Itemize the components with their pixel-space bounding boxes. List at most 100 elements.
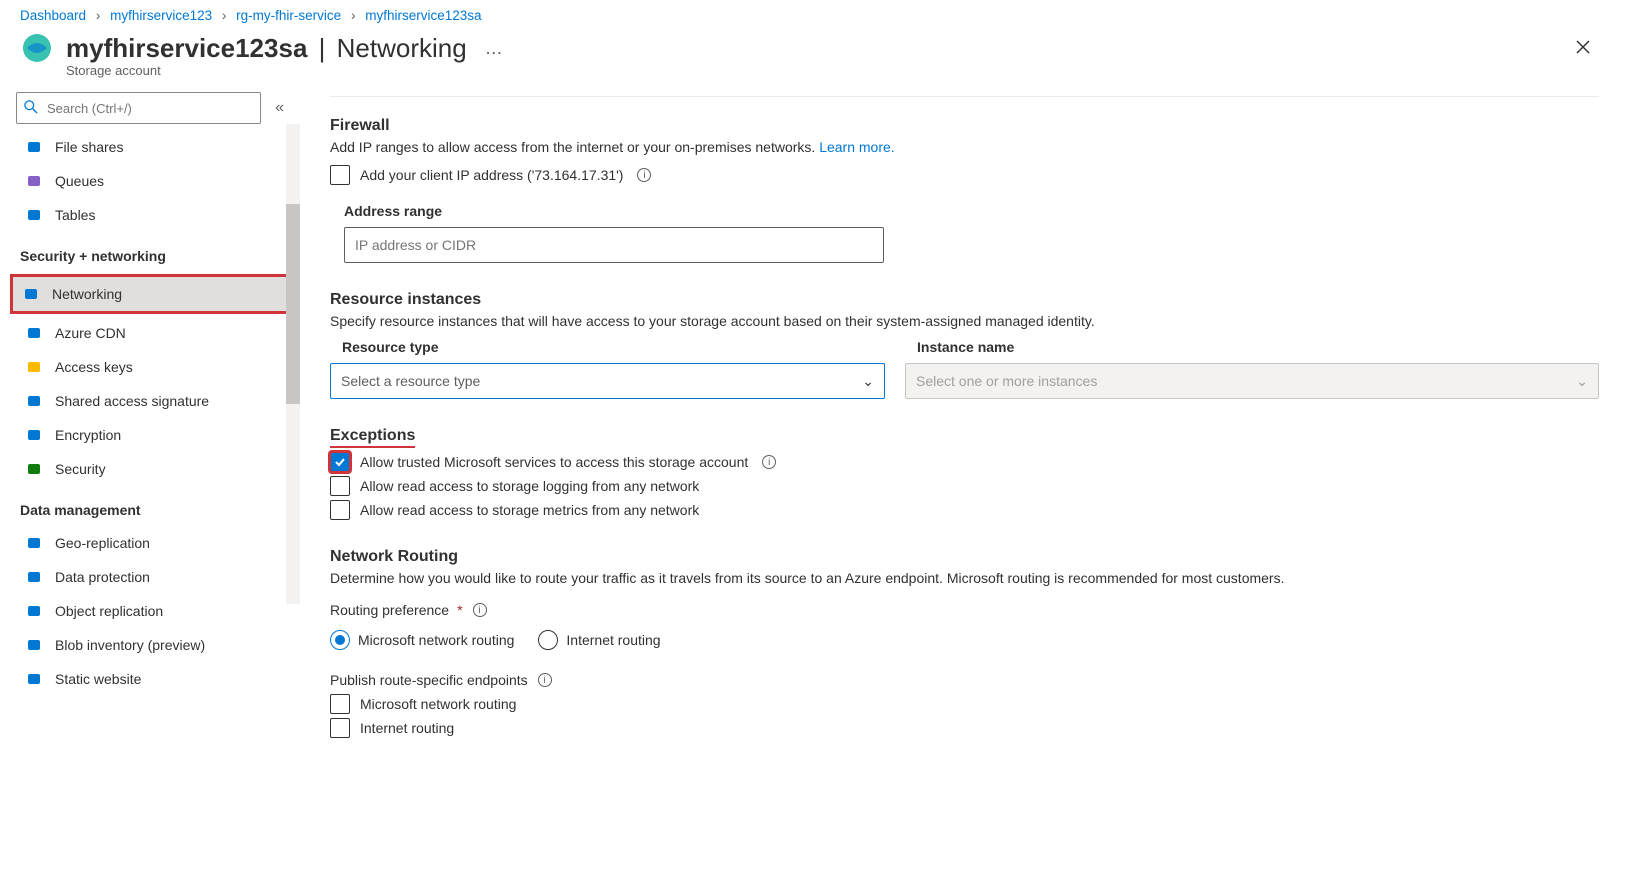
publish-endpoint-label: Microsoft network routing <box>360 696 516 712</box>
sas-icon <box>25 392 43 410</box>
routing-radio[interactable] <box>538 630 558 650</box>
chevron-down-icon: ⌄ <box>1576 373 1588 390</box>
routing-option-label: Microsoft network routing <box>358 632 514 648</box>
breadcrumb: Dashboard › myfhirservice123 › rg-my-fhi… <box>0 0 1629 27</box>
sidebar-item-geo-replication[interactable]: Geo-replication <box>16 526 284 560</box>
resource-type-column-header: Resource type <box>330 339 885 363</box>
collapse-sidebar-button[interactable]: « <box>275 99 284 117</box>
object-repl-icon <box>25 602 43 620</box>
sidebar: « File shares Queues Tables Security + net… <box>0 84 300 874</box>
sidebar-item-label: Data protection <box>55 569 150 585</box>
sidebar-item-file-shares[interactable]: File shares <box>16 130 284 164</box>
sidebar-item-label: Queues <box>55 173 104 189</box>
sidebar-item-label: Encryption <box>55 427 121 443</box>
inventory-icon <box>25 636 43 654</box>
exceptions-heading: Exceptions <box>330 427 1599 448</box>
storage-account-icon <box>20 31 54 65</box>
sidebar-item-label: Security <box>55 461 106 477</box>
resource-instances-description: Specify resource instances that will hav… <box>330 313 1599 329</box>
chevron-right-icon: › <box>96 8 101 23</box>
sidebar-item-queues[interactable]: Queues <box>16 164 284 198</box>
exception-label: Allow trusted Microsoft services to acce… <box>360 454 748 470</box>
breadcrumb-item[interactable]: myfhirservice123 <box>110 8 212 23</box>
instance-name-column-header: Instance name <box>905 339 1599 363</box>
sidebar-item-label: Networking <box>52 286 122 302</box>
info-icon[interactable]: i <box>473 603 487 617</box>
sidebar-item-label: File shares <box>55 139 123 155</box>
exception-checkbox[interactable] <box>330 500 350 520</box>
sidebar-item-label: Object replication <box>55 603 163 619</box>
network-routing-heading: Network Routing <box>330 548 1599 566</box>
breadcrumb-item[interactable]: rg-my-fhir-service <box>236 8 341 23</box>
sidebar-group-heading: Security + networking <box>16 232 284 272</box>
blade-title: Networking <box>337 33 467 63</box>
main-content: Firewall Add IP ranges to allow access f… <box>300 84 1629 874</box>
resource-type-dropdown[interactable]: Select a resource type ⌄ <box>330 363 885 399</box>
exception-checkbox[interactable] <box>330 476 350 496</box>
firewall-description: Add IP ranges to allow access from the i… <box>330 139 1599 155</box>
tables-icon <box>25 206 43 224</box>
publish-endpoint-label: Internet routing <box>360 720 454 736</box>
sidebar-item-tables[interactable]: Tables <box>16 198 284 232</box>
info-icon[interactable]: i <box>762 455 776 469</box>
search-icon <box>24 100 38 117</box>
sidebar-item-shared-access-signature[interactable]: Shared access signature <box>16 384 284 418</box>
breadcrumb-item[interactable]: Dashboard <box>20 8 86 23</box>
networking-icon <box>22 285 40 303</box>
sidebar-item-blob-inventory-preview-[interactable]: Blob inventory (preview) <box>16 628 284 662</box>
resource-instances-heading: Resource instances <box>330 291 1599 309</box>
add-client-ip-checkbox[interactable] <box>330 165 350 185</box>
protection-icon <box>25 568 43 586</box>
sidebar-item-label: Azure CDN <box>55 325 126 341</box>
exception-checkbox[interactable] <box>330 452 350 472</box>
exception-label: Allow read access to storage metrics fro… <box>360 502 699 518</box>
info-icon[interactable]: i <box>637 168 651 182</box>
sidebar-item-label: Static website <box>55 671 141 687</box>
required-asterisk: * <box>457 602 462 618</box>
page-title: myfhirservice123sa | Networking <box>66 33 467 64</box>
sidebar-item-label: Tables <box>55 207 95 223</box>
sidebar-item-access-keys[interactable]: Access keys <box>16 350 284 384</box>
routing-radio[interactable] <box>330 630 350 650</box>
lock-icon <box>25 426 43 444</box>
divider <box>330 96 1599 97</box>
sidebar-item-encryption[interactable]: Encryption <box>16 418 284 452</box>
info-icon[interactable]: i <box>538 673 552 687</box>
add-client-ip-label: Add your client IP address ('73.164.17.3… <box>360 167 623 183</box>
publish-endpoints-label: Publish route-specific endpoints <box>330 672 528 688</box>
sidebar-item-label: Blob inventory (preview) <box>55 637 205 653</box>
more-menu-button[interactable]: … <box>485 38 505 59</box>
instance-name-dropdown[interactable]: Select one or more instances ⌄ <box>905 363 1599 399</box>
network-routing-description: Determine how you would like to route yo… <box>330 570 1599 586</box>
routing-option-label: Internet routing <box>566 632 660 648</box>
sidebar-item-security[interactable]: Security <box>16 452 284 486</box>
chevron-right-icon: › <box>222 8 227 23</box>
resource-type-label: Storage account <box>66 63 1629 84</box>
file-shares-icon <box>25 138 43 156</box>
address-range-input[interactable] <box>344 227 884 263</box>
sidebar-item-object-replication[interactable]: Object replication <box>16 594 284 628</box>
sidebar-item-data-protection[interactable]: Data protection <box>16 560 284 594</box>
sidebar-item-static-website[interactable]: Static website <box>16 662 284 696</box>
publish-endpoint-checkbox[interactable] <box>330 718 350 738</box>
key-icon <box>25 358 43 376</box>
sidebar-group-heading: Data management <box>16 486 284 526</box>
cdn-icon <box>25 324 43 342</box>
shield-icon <box>25 460 43 478</box>
exception-label: Allow read access to storage logging fro… <box>360 478 699 494</box>
address-range-label: Address range <box>344 203 1599 219</box>
sidebar-item-label: Access keys <box>55 359 133 375</box>
sidebar-item-azure-cdn[interactable]: Azure CDN <box>16 316 284 350</box>
learn-more-link[interactable]: Learn more. <box>819 139 894 155</box>
close-button[interactable] <box>1567 31 1599 63</box>
publish-endpoint-checkbox[interactable] <box>330 694 350 714</box>
queues-icon <box>25 172 43 190</box>
static-web-icon <box>25 670 43 688</box>
chevron-down-icon: ⌄ <box>862 373 874 390</box>
breadcrumb-item[interactable]: myfhirservice123sa <box>365 8 481 23</box>
sidebar-item-label: Geo-replication <box>55 535 150 551</box>
sidebar-item-networking[interactable]: Networking <box>13 277 287 311</box>
sidebar-item-label: Shared access signature <box>55 393 209 409</box>
scrollbar-thumb[interactable] <box>286 204 300 404</box>
search-input[interactable] <box>16 92 261 124</box>
